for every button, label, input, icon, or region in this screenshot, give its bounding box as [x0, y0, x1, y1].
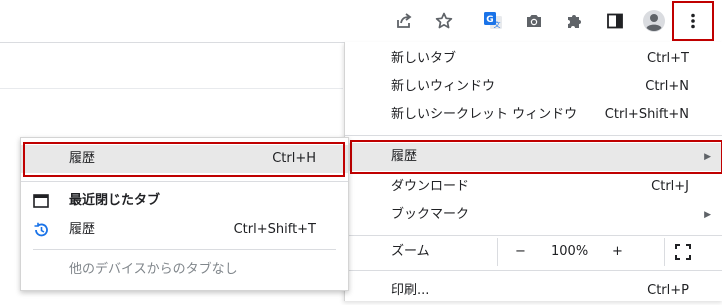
menu-separator: [345, 135, 722, 136]
submenu-arrow-icon: ▶: [704, 152, 711, 162]
submenu-item-restore-history[interactable]: 履歴 Ctrl+Shift+T: [21, 216, 348, 244]
menu-item-shortcut: Ctrl+J: [651, 179, 689, 194]
menu-item-label: ダウンロード: [391, 179, 470, 194]
menu-item-label: 新しいウィンドウ: [391, 79, 496, 94]
side-panel-icon[interactable]: [600, 6, 630, 36]
profile-avatar-icon[interactable]: [639, 6, 669, 36]
submenu-item-recently-closed[interactable]: 最近閉じたタブ: [21, 187, 348, 215]
google-translate-icon[interactable]: G 文: [478, 6, 508, 36]
chrome-main-menu: 新しいタブ Ctrl+T 新しいウィンドウ Ctrl+N 新しいシークレット ウ…: [344, 42, 722, 301]
browser-toolbar: G 文: [0, 0, 722, 42]
zoom-out-button[interactable]: −: [515, 238, 526, 266]
menu-separator: [345, 270, 722, 271]
submenu-separator: [21, 181, 348, 182]
fullscreen-icon[interactable]: [675, 244, 691, 260]
submenu-item-no-other-devices: 他のデバイスからのタブなし: [21, 256, 348, 284]
menu-item-new-window[interactable]: 新しいウィンドウ Ctrl+N: [345, 73, 722, 101]
submenu-item-label: 他のデバイスからのタブなし: [69, 262, 238, 277]
extensions-puzzle-icon[interactable]: [559, 6, 589, 36]
menu-item-shortcut: Ctrl+Shift+N: [604, 107, 689, 122]
tab-window-icon: [33, 194, 49, 208]
history-clock-icon: [34, 222, 48, 237]
menu-item-shortcut: Ctrl+T: [647, 51, 689, 66]
submenu-item-shortcut: Ctrl+H: [272, 151, 316, 166]
submenu-separator: [33, 249, 336, 250]
camera-icon[interactable]: [519, 6, 549, 36]
submenu-arrow-icon: ▶: [704, 210, 711, 220]
menu-item-new-tab[interactable]: 新しいタブ Ctrl+T: [345, 45, 722, 73]
submenu-item-label: 履歴: [69, 222, 96, 237]
history-submenu: 履歴 Ctrl+H 最近閉じたタブ 履歴 Ctrl+Shift+T 他のデバイス…: [20, 137, 349, 291]
menu-item-label: 新しいシークレット ウィンドウ: [391, 107, 578, 122]
menu-item-new-incognito-window[interactable]: 新しいシークレット ウィンドウ Ctrl+Shift+N: [345, 101, 722, 129]
menu-item-shortcut: Ctrl+N: [645, 79, 689, 94]
menu-item-downloads[interactable]: ダウンロード Ctrl+J: [345, 173, 722, 201]
menu-item-label: ブックマーク: [391, 207, 470, 222]
zoom-in-button[interactable]: +: [612, 238, 623, 266]
kebab-highlight-box: [672, 1, 714, 41]
menu-item-label: 履歴: [391, 149, 418, 164]
zoom-label: ズーム: [391, 244, 430, 259]
menu-separator: [345, 235, 722, 236]
share-icon[interactable]: [389, 6, 419, 36]
menu-item-history[interactable]: 履歴 ▶: [345, 143, 722, 171]
svg-text:文: 文: [494, 20, 501, 29]
menu-item-zoom: ズーム − 100% +: [345, 238, 722, 266]
menu-item-bookmarks[interactable]: ブックマーク ▶: [345, 201, 722, 229]
menu-item-label: 新しいタブ: [391, 51, 457, 66]
page-background-line: [0, 88, 343, 89]
submenu-item-history[interactable]: 履歴 Ctrl+H: [21, 145, 348, 173]
submenu-item-label: 最近閉じたタブ: [69, 193, 161, 208]
submenu-item-label: 履歴: [69, 151, 96, 166]
zoom-level: 100%: [551, 244, 589, 259]
submenu-item-shortcut: Ctrl+Shift+T: [233, 222, 316, 237]
bookmark-star-icon[interactable]: [429, 6, 459, 36]
